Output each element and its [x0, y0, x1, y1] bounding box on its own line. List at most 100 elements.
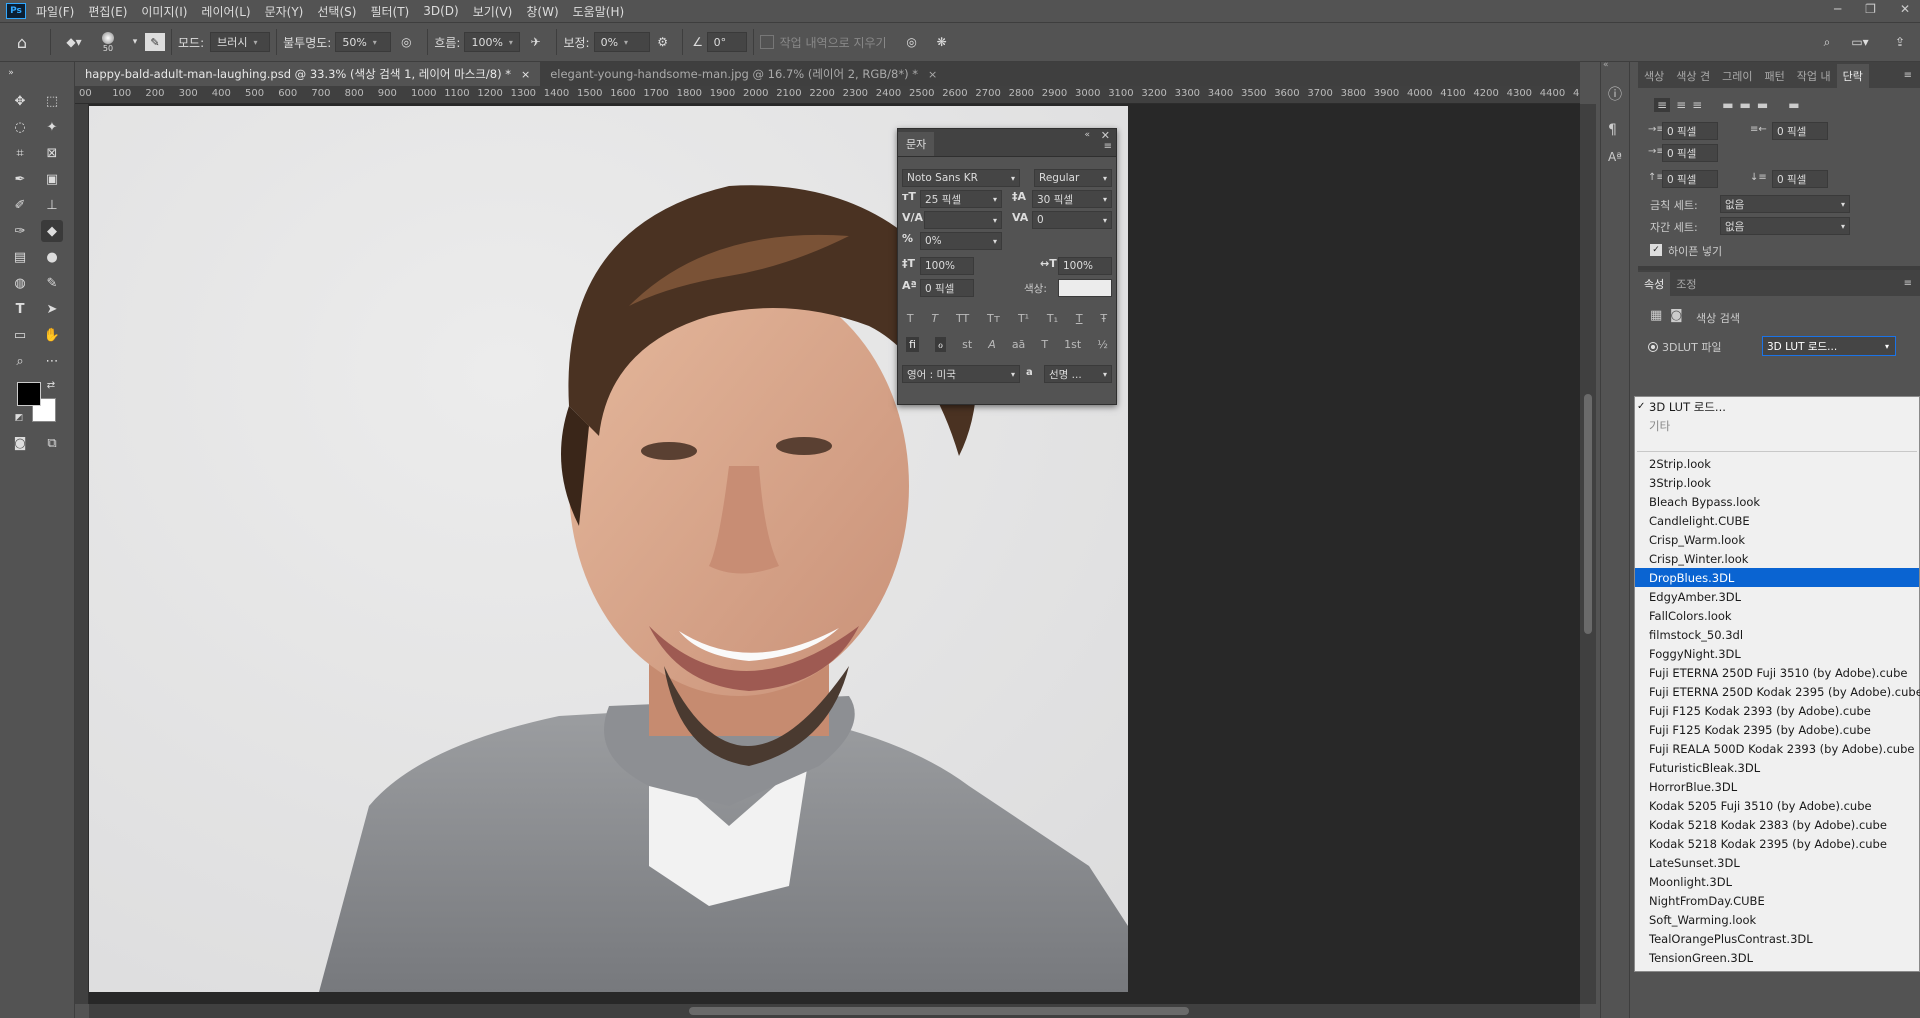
panel-menu-icon[interactable]: ≡: [1904, 70, 1912, 81]
lut-file-select[interactable]: 3D LUT 로드... ▾: [1762, 336, 1896, 356]
blur-tool-icon[interactable]: ●: [41, 246, 63, 268]
ordinals-st-button[interactable]: 1st: [1064, 338, 1081, 351]
justify-all-icon[interactable]: ▬: [1788, 98, 1799, 112]
path-selection-tool-icon[interactable]: ➤: [41, 298, 63, 320]
lut-list-item[interactable]: FuturisticBleak.3DL: [1635, 758, 1919, 777]
titling-alternates-button[interactable]: aā: [1012, 338, 1025, 351]
close-tab-icon[interactable]: ×: [521, 68, 530, 81]
magic-wand-tool-icon[interactable]: ✦: [41, 116, 63, 138]
panel-menu-icon[interactable]: ≡: [1104, 141, 1112, 152]
marquee-tool-icon[interactable]: ⬚: [41, 90, 63, 112]
anti-alias-select[interactable]: 선명 ... ▾: [1044, 365, 1112, 383]
collapse-panel-icon[interactable]: «: [1084, 130, 1090, 140]
font-size-field[interactable]: 25 픽셀 ▾: [920, 190, 1002, 208]
panel-menu-icon[interactable]: ≡: [1904, 278, 1912, 289]
align-right-icon[interactable]: ≡: [1692, 98, 1702, 112]
language-select[interactable]: 영어 : 미국 ▾: [902, 365, 1020, 383]
crop-tool-icon[interactable]: ⌗: [9, 142, 31, 164]
lut-list-item[interactable]: Bleach Bypass.look: [1635, 492, 1919, 511]
justify-last-center-icon[interactable]: ▬: [1740, 98, 1751, 112]
restore-icon[interactable]: ❐: [1865, 2, 1876, 16]
search-icon[interactable]: ⌕: [1817, 35, 1837, 50]
erase-history-checkbox[interactable]: [759, 35, 774, 49]
tab-character[interactable]: 문자: [898, 132, 935, 156]
flow-field[interactable]: 100% ▾: [464, 32, 521, 52]
menu-view[interactable]: 보기(V): [473, 3, 513, 20]
symmetry-icon[interactable]: ❋: [927, 35, 957, 49]
brush-settings-icon[interactable]: ✎: [145, 33, 165, 51]
lut-list-item[interactable]: EdgyAmber.3DL: [1635, 587, 1919, 606]
menu-select[interactable]: 선택(S): [317, 3, 356, 20]
lut-list-item[interactable]: FoggyNight.3DL: [1635, 644, 1919, 663]
indent-first-line-field[interactable]: 0 픽셀: [1662, 144, 1718, 162]
close-icon[interactable]: ✕: [1900, 2, 1910, 16]
horizontal-scale-field[interactable]: 100%: [1058, 257, 1112, 275]
lut-list-item[interactable]: Fuji F125 Kodak 2393 (by Adobe).cube: [1635, 701, 1919, 720]
tab-adjustments[interactable]: 조정: [1670, 272, 1702, 296]
pen-tool-icon[interactable]: ✎: [41, 272, 63, 294]
menu-3d[interactable]: 3D(D): [423, 4, 458, 18]
menu-window[interactable]: 창(W): [526, 3, 558, 20]
lut-list-item[interactable]: TealOrangePlusContrast.3DL: [1635, 929, 1919, 948]
history-brush-tool-icon[interactable]: ✑: [9, 220, 31, 242]
justify-last-left-icon[interactable]: ▬: [1722, 98, 1733, 112]
space-before-field[interactable]: 0 픽셀: [1662, 170, 1718, 188]
leading-field[interactable]: 30 픽셀 ▾: [1032, 190, 1112, 208]
screen-mode-icon[interactable]: ⧉: [41, 432, 63, 454]
tab-color[interactable]: 색상: [1638, 64, 1670, 88]
lut-list-item[interactable]: Kodak 5218 Kodak 2395 (by Adobe).cube: [1635, 834, 1919, 853]
hyphenate-checkbox[interactable]: ✓: [1650, 244, 1662, 256]
ordinals-button[interactable]: T: [1041, 338, 1048, 351]
lut-list-item[interactable]: Fuji ETERNA 250D Kodak 2395 (by Adobe).c…: [1635, 682, 1920, 701]
swap-colors-icon[interactable]: ⇄: [44, 378, 58, 392]
default-colors-icon[interactable]: ◩: [13, 412, 25, 424]
small-caps-button[interactable]: Tт: [987, 312, 1000, 325]
expand-panels-icon[interactable]: «: [1603, 60, 1609, 70]
pressure-size-icon[interactable]: ◎: [897, 35, 927, 49]
lut-list-item[interactable]: Fuji ETERNA 250D Fuji 3510 (by Adobe).cu…: [1635, 663, 1919, 682]
kerning-field[interactable]: ▾: [924, 211, 1002, 229]
faux-bold-button[interactable]: T: [907, 312, 914, 325]
tab-properties[interactable]: 속성: [1638, 272, 1671, 296]
more-tools-icon[interactable]: ⋯: [41, 350, 63, 372]
justify-last-right-icon[interactable]: ▬: [1757, 98, 1768, 112]
collapse-icon[interactable]: »: [4, 62, 18, 84]
move-tool-icon[interactable]: ✥: [9, 90, 31, 112]
opacity-field[interactable]: 50% ▾: [335, 32, 392, 52]
tab-patterns[interactable]: 패턴: [1758, 64, 1790, 88]
quick-mask-icon[interactable]: ◙: [9, 432, 31, 454]
angle-field[interactable]: 0°: [706, 32, 747, 52]
indent-left-field[interactable]: 0 픽셀: [1662, 122, 1718, 140]
character-styles-icon[interactable]: Aª: [1608, 150, 1622, 164]
subscript-button[interactable]: T₁: [1047, 312, 1058, 325]
workspace-icon[interactable]: ▭▾: [1845, 35, 1875, 49]
lut-list-item[interactable]: Crisp_Winter.look: [1635, 549, 1919, 568]
mode-select[interactable]: 브러시 ▾: [210, 32, 271, 52]
info-icon[interactable]: ⓘ: [1608, 84, 1622, 104]
lut-list-item[interactable]: filmstock_50.3dl: [1635, 625, 1919, 644]
lut-list-item[interactable]: HorrorBlue.3DL: [1635, 777, 1919, 796]
pressure-opacity-icon[interactable]: ◎: [391, 35, 421, 49]
tab-history[interactable]: 작업 내: [1791, 64, 1837, 88]
paragraph-styles-icon[interactable]: ¶: [1608, 122, 1617, 138]
strikethrough-button[interactable]: Ŧ: [1100, 312, 1107, 325]
eraser-tool-icon[interactable]: ◆: [41, 220, 63, 242]
stylistic-alternates-button[interactable]: st: [962, 338, 972, 351]
lut-list-item[interactable]: Soft_Warming.look: [1635, 910, 1919, 929]
font-style-select[interactable]: Regular ▾: [1034, 169, 1112, 187]
kinsoku-select[interactable]: 없음 ▾: [1720, 195, 1850, 213]
tab-swatches[interactable]: 색상 견: [1670, 64, 1716, 88]
minimize-icon[interactable]: ─: [1834, 2, 1841, 16]
lut-list-item[interactable]: Fuji REALA 500D Kodak 2393 (by Adobe).cu…: [1635, 739, 1919, 758]
tsume-field[interactable]: 0% ▾: [920, 232, 1002, 250]
lut-list-item[interactable]: DropBlues.3DL: [1635, 568, 1919, 587]
tab-gradients[interactable]: 그레이: [1716, 64, 1758, 88]
menu-edit[interactable]: 편집(E): [88, 3, 127, 20]
baseline-shift-field[interactable]: 0 픽셀: [920, 279, 974, 297]
home-icon[interactable]: ⌂: [0, 33, 44, 52]
underline-button[interactable]: T: [1076, 312, 1083, 325]
mask-icon[interactable]: ◙: [1670, 308, 1683, 323]
lut-list-item[interactable]: NightFromDay.CUBE: [1635, 891, 1919, 910]
close-tab-icon[interactable]: ×: [928, 68, 937, 81]
indent-right-field[interactable]: 0 픽셀: [1772, 122, 1828, 140]
